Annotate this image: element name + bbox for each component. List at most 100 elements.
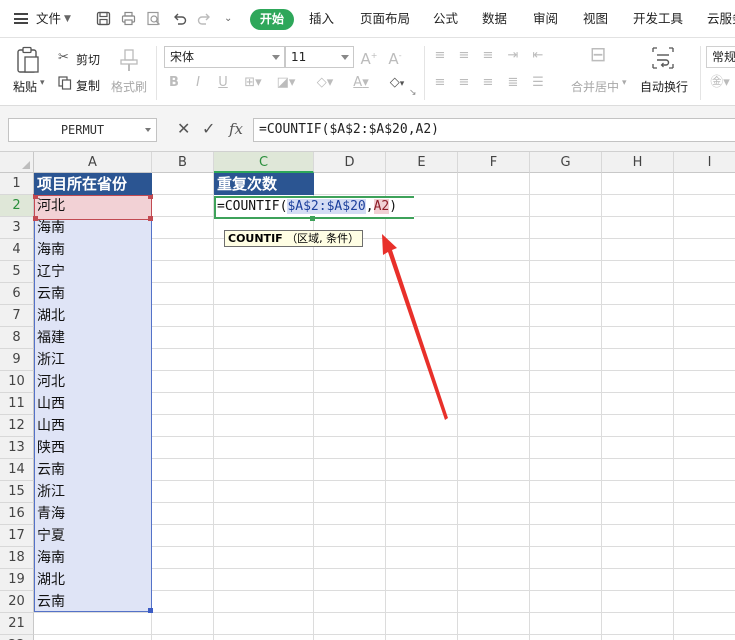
wrap-text-button[interactable]: 自动换行 — [640, 78, 688, 95]
cell-a14[interactable]: 云南 — [34, 459, 152, 481]
bold-button[interactable]: B — [167, 75, 181, 91]
insert-function-icon[interactable]: fx — [229, 119, 243, 139]
print-icon[interactable] — [121, 11, 136, 26]
row-header-7[interactable]: 7 — [0, 305, 34, 327]
tab-insert[interactable]: 插入 — [309, 0, 334, 38]
cell-a9[interactable]: 浙江 — [34, 349, 152, 371]
font-size-select[interactable]: 11 — [285, 46, 354, 68]
row-header-21[interactable]: 21 — [0, 613, 34, 635]
cell-a5[interactable]: 辽宁 — [34, 261, 152, 283]
row-header-20[interactable]: 20 — [0, 591, 34, 613]
tab-home[interactable]: 开始 — [250, 9, 294, 30]
align-right-icon[interactable]: ≡ — [480, 75, 496, 91]
increase-font-size-icon[interactable]: A+ — [360, 48, 378, 67]
merge-dropdown-icon[interactable]: ▾ — [622, 78, 627, 88]
column-header-d[interactable]: D — [314, 152, 386, 173]
align-bottom-icon[interactable]: ≡ — [480, 48, 496, 64]
font-name-select[interactable]: 宋体 — [164, 46, 285, 68]
tab-formulas[interactable]: 公式 — [433, 0, 458, 38]
row-header-15[interactable]: 15 — [0, 481, 34, 503]
cell-a19[interactable]: 湖北 — [34, 569, 152, 591]
align-left-icon[interactable]: ≡ — [432, 75, 448, 91]
currency-icon[interactable]: ㊎▾ — [710, 75, 730, 91]
row-header-14[interactable]: 14 — [0, 459, 34, 481]
cell-a8[interactable]: 福建 — [34, 327, 152, 349]
merge-center-button[interactable]: 合并居中 — [571, 78, 619, 95]
fill-color-icon[interactable]: ◪▾ — [276, 75, 296, 91]
font-settings-launcher-icon[interactable]: ↘ — [409, 88, 417, 98]
print-preview-icon[interactable] — [146, 11, 161, 26]
number-format-select[interactable]: 常规 — [706, 46, 735, 68]
file-menu-chevron-icon[interactable]: ▼ — [64, 0, 71, 38]
column-header-f[interactable]: F — [458, 152, 530, 173]
fill-handle[interactable] — [310, 216, 315, 221]
cell-a6[interactable]: 云南 — [34, 283, 152, 305]
quick-access-more-icon[interactable]: ⌄ — [224, 0, 232, 38]
align-center-icon[interactable]: ≡ — [456, 75, 472, 91]
row-header-5[interactable]: 5 — [0, 261, 34, 283]
name-box[interactable]: PERMUT — [8, 118, 157, 142]
row-header-8[interactable]: 8 — [0, 327, 34, 349]
cell-a4[interactable]: 海南 — [34, 239, 152, 261]
distributed-icon[interactable]: ☰ — [530, 75, 546, 91]
cell-a1[interactable]: 项目所在省份 — [34, 173, 152, 195]
row-header-6[interactable]: 6 — [0, 283, 34, 305]
highlight-icon[interactable]: ◇▾ — [315, 75, 335, 91]
row-header-12[interactable]: 12 — [0, 415, 34, 437]
cell-a12[interactable]: 山西 — [34, 415, 152, 437]
tab-developer[interactable]: 开发工具 — [633, 0, 683, 38]
tab-review[interactable]: 审阅 — [533, 0, 558, 38]
confirm-formula-icon[interactable]: ✓ — [202, 119, 215, 139]
cell-a15[interactable]: 浙江 — [34, 481, 152, 503]
cell-a16[interactable]: 青海 — [34, 503, 152, 525]
eraser-icon[interactable]: ◇▾ — [386, 75, 408, 92]
row-header-10[interactable]: 10 — [0, 371, 34, 393]
column-header-c[interactable]: C — [214, 152, 314, 173]
save-icon[interactable] — [96, 11, 111, 26]
cell-a10[interactable]: 河北 — [34, 371, 152, 393]
decrease-indent-icon[interactable]: ⇤ — [530, 48, 546, 64]
cell-c1[interactable]: 重复次数 — [214, 173, 314, 195]
column-header-h[interactable]: H — [602, 152, 674, 173]
paste-dropdown-icon[interactable]: ▾ — [40, 78, 45, 88]
cell-a18[interactable]: 海南 — [34, 547, 152, 569]
tab-cloud-service[interactable]: 云服务 — [707, 0, 735, 38]
row-header-13[interactable]: 13 — [0, 437, 34, 459]
undo-icon[interactable] — [172, 11, 187, 26]
column-header-e[interactable]: E — [386, 152, 458, 173]
redo-icon[interactable] — [197, 11, 212, 26]
align-top-icon[interactable]: ≡ — [432, 48, 448, 64]
row-header-16[interactable]: 16 — [0, 503, 34, 525]
increase-indent-icon[interactable]: ⇥ — [505, 48, 521, 64]
tab-data[interactable]: 数据 — [482, 0, 507, 38]
row-header-3[interactable]: 3 — [0, 217, 34, 239]
paste-icon[interactable] — [16, 46, 40, 74]
cut-button[interactable]: 剪切 — [76, 51, 100, 68]
font-color-button[interactable]: A▾ — [351, 75, 371, 91]
justify-icon[interactable]: ≣ — [505, 75, 521, 91]
underline-button[interactable]: U — [216, 75, 230, 91]
italic-button[interactable]: I — [191, 75, 205, 91]
format-painter-button[interactable]: 格式刷 — [111, 78, 147, 95]
cell-a2[interactable]: 河北 — [34, 195, 152, 217]
row-header-2[interactable]: 2 — [0, 195, 34, 217]
select-all-corner[interactable] — [0, 152, 34, 173]
column-header-i[interactable]: I — [674, 152, 735, 173]
row-header-19[interactable]: 19 — [0, 569, 34, 591]
cell-a17[interactable]: 宁夏 — [34, 525, 152, 547]
hamburger-menu-icon[interactable] — [14, 13, 28, 24]
row-header-18[interactable]: 18 — [0, 547, 34, 569]
paste-button[interactable]: 粘贴 — [13, 78, 37, 95]
file-menu[interactable]: 文件 — [36, 0, 61, 38]
tab-view[interactable]: 视图 — [583, 0, 608, 38]
cell-a7[interactable]: 湖北 — [34, 305, 152, 327]
column-header-b[interactable]: B — [152, 152, 214, 173]
cell-a20[interactable]: 云南 — [34, 591, 152, 613]
row-header-11[interactable]: 11 — [0, 393, 34, 415]
column-header-a[interactable]: A — [34, 152, 152, 173]
cancel-formula-icon[interactable]: ✕ — [177, 119, 190, 139]
formula-input[interactable]: =COUNTIF($A$2:$A$20,A2) — [253, 118, 735, 142]
copy-button[interactable]: 复制 — [76, 77, 100, 94]
cell-a13[interactable]: 陕西 — [34, 437, 152, 459]
decrease-font-size-icon[interactable]: A- — [386, 48, 404, 67]
